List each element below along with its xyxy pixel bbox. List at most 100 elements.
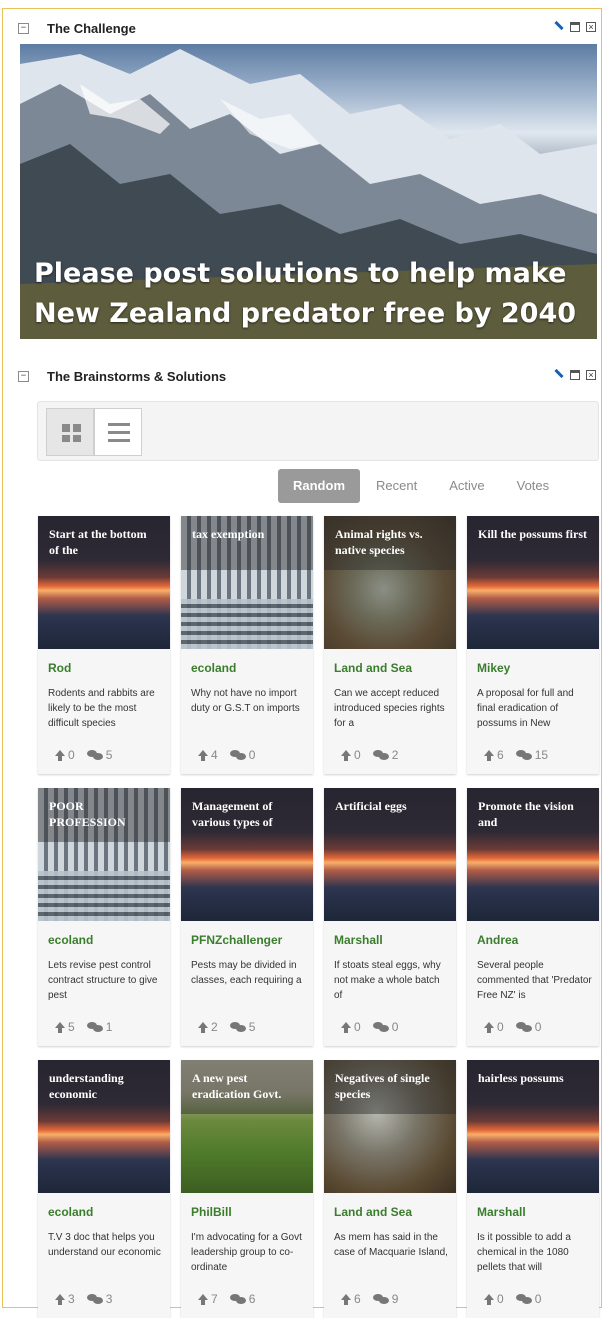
collapse-icon[interactable]: − (18, 22, 29, 34)
vote-count: 0 (497, 1020, 504, 1034)
card-title[interactable]: Negatives of single species (324, 1060, 456, 1114)
upvote-icon[interactable] (484, 1293, 494, 1305)
comment-icon[interactable] (86, 1293, 103, 1305)
card-title[interactable]: A new pest eradication Govt. (181, 1060, 313, 1114)
card-excerpt: Several people commented that 'Predator … (477, 960, 592, 1001)
edit-icon[interactable] (553, 21, 564, 32)
card-author[interactable]: Land and Sea (334, 1205, 412, 1219)
comment-icon[interactable] (229, 749, 246, 761)
solution-card[interactable]: tax exemption ecoland Why not have no impo… (181, 516, 313, 774)
solution-card[interactable]: Promote the vision and Andrea Several peop… (467, 788, 599, 1046)
card-author[interactable]: Marshall (334, 933, 383, 947)
solution-card[interactable]: Management of various types of PFNZchalle… (181, 788, 313, 1046)
upvote-icon[interactable] (198, 1021, 208, 1033)
card-excerpt: I'm advocating for a Govt leadership gro… (191, 1232, 302, 1273)
solution-card[interactable]: understanding economic ecoland T.V 3 doc t… (38, 1060, 170, 1318)
comment-icon[interactable] (372, 1293, 389, 1305)
comment-icon[interactable] (86, 749, 103, 761)
comment-icon[interactable] (229, 1021, 246, 1033)
upvote-icon[interactable] (55, 1293, 65, 1305)
solution-card[interactable]: Artificial eggs Marshall If stoats steal e… (324, 788, 456, 1046)
card-image[interactable]: A new pest eradication Govt. (181, 1060, 313, 1193)
upvote-icon[interactable] (484, 749, 494, 761)
maximize-icon[interactable] (570, 21, 580, 32)
card-excerpt: Pests may be divided in classes, each re… (191, 960, 302, 986)
card-image[interactable]: Animal rights vs. native species (324, 516, 456, 649)
card-stats: 69 (341, 1292, 398, 1306)
upvote-icon[interactable] (341, 1293, 351, 1305)
comment-icon[interactable] (372, 749, 389, 761)
comment-icon[interactable] (86, 1021, 103, 1033)
card-title[interactable]: Management of various types of (181, 788, 313, 842)
comment-count: 15 (534, 748, 549, 762)
card-image[interactable]: Artificial eggs (324, 788, 456, 921)
card-title[interactable]: tax exemption (181, 516, 313, 570)
solution-card[interactable]: Animal rights vs. native species Land and… (324, 516, 456, 774)
sort-tabs: Random Recent Active Votes (278, 469, 565, 503)
sort-tab-recent[interactable]: Recent (360, 469, 433, 503)
comment-icon[interactable] (515, 1293, 532, 1305)
close-icon[interactable]: × (586, 369, 596, 380)
card-title[interactable]: Artificial eggs (324, 788, 456, 842)
upvote-icon[interactable] (55, 1021, 65, 1033)
sort-tab-active[interactable]: Active (433, 469, 500, 503)
panel-tools: × (553, 21, 596, 32)
sort-tab-votes[interactable]: Votes (501, 469, 566, 503)
card-title[interactable]: Animal rights vs. native species (324, 516, 456, 570)
vote-count: 2 (211, 1020, 218, 1034)
upvote-icon[interactable] (198, 1293, 208, 1305)
comment-count: 0 (248, 748, 256, 762)
sort-tab-random[interactable]: Random (278, 469, 360, 503)
card-author[interactable]: Land and Sea (334, 661, 412, 675)
upvote-icon[interactable] (484, 1021, 494, 1033)
grid-view-button[interactable] (46, 408, 94, 456)
card-author[interactable]: Marshall (477, 1205, 526, 1219)
card-author[interactable]: Mikey (477, 661, 510, 675)
card-excerpt: As mem has said in the case of Macquarie… (334, 1232, 448, 1258)
upvote-icon[interactable] (341, 1021, 351, 1033)
card-excerpt: T.V 3 doc that helps you understand our … (48, 1232, 161, 1258)
card-image[interactable]: Start at the bottom of the (38, 516, 170, 649)
collapse-icon[interactable]: − (18, 370, 29, 382)
comment-icon[interactable] (515, 1021, 532, 1033)
card-image[interactable]: Promote the vision and (467, 788, 599, 921)
card-author[interactable]: Andrea (477, 933, 518, 947)
card-image[interactable]: POOR PROFESSION (38, 788, 170, 921)
card-image[interactable]: Negatives of single species (324, 1060, 456, 1193)
card-author[interactable]: PhilBill (191, 1205, 232, 1219)
card-title[interactable]: Kill the possums first (467, 516, 599, 570)
upvote-icon[interactable] (55, 749, 65, 761)
list-view-button[interactable] (94, 408, 142, 456)
comment-icon[interactable] (515, 749, 532, 761)
comment-icon[interactable] (372, 1021, 389, 1033)
solution-card[interactable]: Start at the bottom of the Rod Rodents and… (38, 516, 170, 774)
solution-card[interactable]: Negatives of single species Land and Sea A… (324, 1060, 456, 1318)
panel-tools: × (553, 369, 596, 380)
maximize-icon[interactable] (570, 369, 580, 380)
card-image[interactable]: Kill the possums first (467, 516, 599, 649)
edit-icon[interactable] (553, 369, 564, 380)
card-image[interactable]: hairless possums (467, 1060, 599, 1193)
card-image[interactable]: understanding economic (38, 1060, 170, 1193)
card-title[interactable]: Start at the bottom of the (38, 516, 170, 570)
solution-card[interactable]: Kill the possums first Mikey A proposal fo… (467, 516, 599, 774)
card-title[interactable]: hairless possums (467, 1060, 599, 1114)
card-title[interactable]: POOR PROFESSION (38, 788, 170, 842)
close-icon[interactable]: × (586, 21, 596, 32)
card-image[interactable]: tax exemption (181, 516, 313, 649)
comment-icon[interactable] (229, 1293, 246, 1305)
card-author[interactable]: ecoland (48, 1205, 93, 1219)
card-image[interactable]: Management of various types of (181, 788, 313, 921)
card-author[interactable]: ecoland (191, 661, 236, 675)
solution-card[interactable]: hairless possums Marshall Is it possible t… (467, 1060, 599, 1318)
card-author[interactable]: PFNZchallenger (191, 933, 282, 947)
solution-card[interactable]: POOR PROFESSION ecoland Lets revise pest c… (38, 788, 170, 1046)
card-author[interactable]: Rod (48, 661, 71, 675)
card-stats: 05 (55, 748, 112, 762)
card-title[interactable]: Promote the vision and (467, 788, 599, 842)
solution-card[interactable]: A new pest eradication Govt. PhilBill I'm … (181, 1060, 313, 1318)
upvote-icon[interactable] (198, 749, 208, 761)
card-author[interactable]: ecoland (48, 933, 93, 947)
upvote-icon[interactable] (341, 749, 351, 761)
card-title[interactable]: understanding economic (38, 1060, 170, 1114)
